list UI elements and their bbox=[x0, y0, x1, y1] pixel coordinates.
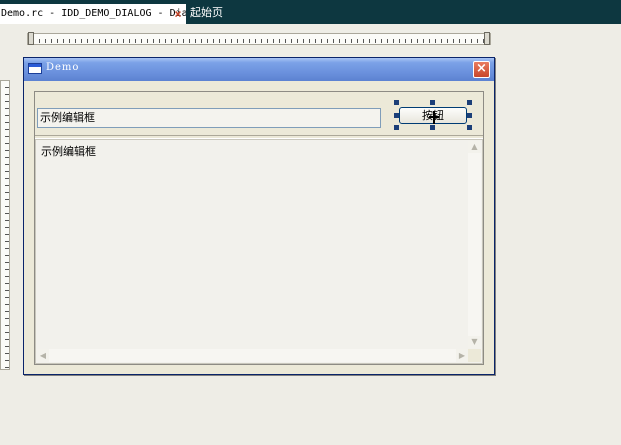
scroll-left-icon[interactable]: ◀ bbox=[37, 349, 49, 362]
tab-label: Demo.rc - IDD_DEMO_DIALOG - Dialog bbox=[1, 8, 186, 19]
tab-start-page[interactable]: 起始页 bbox=[190, 4, 223, 24]
resize-handle[interactable] bbox=[467, 125, 472, 130]
vertical-ruler bbox=[0, 80, 10, 370]
resize-handle[interactable] bbox=[394, 100, 399, 105]
resize-handle[interactable] bbox=[394, 125, 399, 130]
button-selection-frame: 按钮 bbox=[394, 100, 472, 130]
close-icon[interactable]: × bbox=[172, 8, 184, 20]
window-icon bbox=[28, 63, 42, 74]
ruler-left-marker[interactable] bbox=[28, 32, 34, 45]
resize-handle[interactable] bbox=[430, 125, 435, 130]
tab-dialog-editor[interactable]: Demo.rc - IDD_DEMO_DIALOG - Dialog × bbox=[0, 4, 186, 24]
move-cursor-icon bbox=[429, 111, 439, 124]
scroll-right-icon[interactable]: ▶ bbox=[456, 349, 468, 362]
multiline-edit-text: 示例编辑框 bbox=[41, 145, 96, 158]
dialog-title: Demo bbox=[46, 62, 80, 73]
resize-handle[interactable] bbox=[430, 100, 435, 105]
sample-multiline-edit[interactable]: 示例编辑框 ▲ ▼ ◀ ▶ bbox=[35, 139, 483, 364]
scroll-up-icon[interactable]: ▲ bbox=[468, 141, 481, 153]
resize-handle[interactable] bbox=[467, 100, 472, 105]
horizontal-ruler bbox=[27, 32, 491, 45]
resize-handle[interactable] bbox=[467, 113, 472, 118]
scroll-down-icon[interactable]: ▼ bbox=[468, 336, 481, 348]
sample-edit-field[interactable]: 示例编辑框 bbox=[37, 108, 381, 128]
scrollbar-corner bbox=[468, 349, 481, 362]
horizontal-scrollbar[interactable]: ◀ ▶ bbox=[37, 349, 468, 362]
close-icon[interactable]: × bbox=[473, 61, 490, 78]
vertical-scrollbar[interactable]: ▲ ▼ bbox=[468, 141, 481, 348]
dialog-window: Demo × 示例编辑框 按钮 示例编辑框 ▲ ▼ ◀ ▶ bbox=[23, 57, 495, 375]
document-tab-bar: Demo.rc - IDD_DEMO_DIALOG - Dialog × 起始页 bbox=[0, 0, 621, 24]
dialog-titlebar[interactable]: Demo × bbox=[24, 58, 494, 81]
ruler-right-marker[interactable] bbox=[484, 32, 490, 45]
